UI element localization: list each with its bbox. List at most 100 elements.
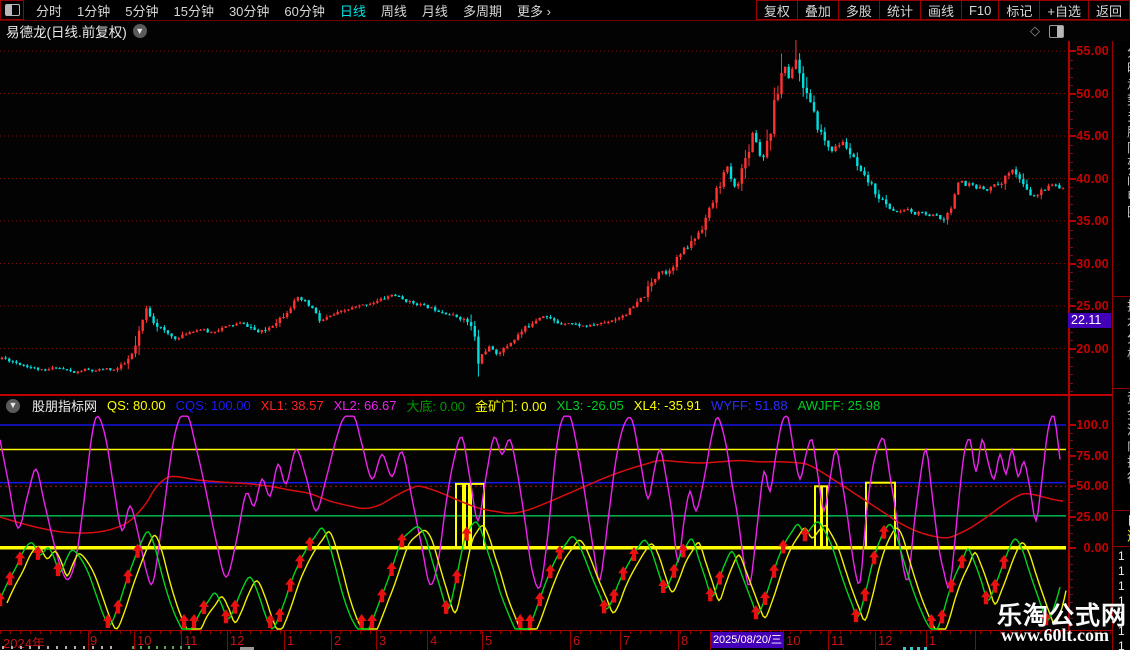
minor-tick [1070,440,1073,442]
minor-tick [1070,187,1073,188]
minor-tick [1070,494,1073,496]
month-separator [284,631,285,650]
toolbar-button-6[interactable]: F10 [960,0,1000,20]
price-tick-label: 50.00 [1076,86,1109,101]
sidebar-tab-4[interactable]: 自选 [1116,513,1130,545]
minor-tick [1070,161,1073,163]
minor-tick [1070,463,1073,465]
panel-toggle-icon[interactable] [1049,24,1064,38]
indicator-header: ▼ 股朋指标网 QS: 80.00 CQS: 100.00 XL1: 38.57 XL… [0,397,1068,414]
window-split-icon[interactable] [0,0,24,20]
minor-tick [1070,502,1073,503]
title-right-icons: ◇ [1030,23,1064,39]
date-label: 12 [878,633,893,648]
watermark-url: www.60lt.com [1001,625,1109,645]
toolbar-button-7[interactable]: 标记 [998,0,1041,20]
date-tickmarks [0,631,1112,634]
axis-tick [1070,424,1076,426]
month-separator [331,631,332,650]
toolbar-button-5[interactable]: 画线 [919,0,962,20]
month-separator [620,631,621,650]
minor-tick [1070,340,1073,341]
minor-tick [1070,153,1073,154]
toolbar-button-1[interactable]: 复权 [755,0,798,20]
period-tab-1[interactable]: 分时 [36,1,62,20]
minor-tick [1070,195,1073,197]
minor-tick [1070,119,1073,120]
chevron-down-icon[interactable]: ▼ [132,24,147,38]
toolbar-button-3[interactable]: 多股 [837,0,880,20]
sidebar-tab-3[interactable]: 资金流向排行 [1116,391,1130,509]
page-title: 易德龙(日线.前复权) [6,25,127,40]
toolbar-button-9[interactable]: 返回 [1087,0,1130,20]
minor-tick [1070,563,1073,565]
minor-tick [1070,255,1073,256]
minor-tick [1070,170,1073,171]
period-tab-11[interactable]: 更多 › [517,1,551,20]
price-tick-label: 45.00 [1076,129,1109,143]
minor-tick [1070,238,1073,239]
toolbar-button-4[interactable]: 统计 [878,0,921,20]
period-tab-3[interactable]: 5分钟 [125,1,158,20]
minor-tick [1070,555,1073,557]
date-label: 7 [623,633,631,648]
selected-date-badge: 2025/08/20/三 [711,632,784,648]
minor-tick [1070,579,1073,580]
period-tab-4[interactable]: 15分钟 [173,1,213,20]
clipped-row-fragment [2,646,112,649]
period-tab-9[interactable]: 月线 [422,1,448,20]
sidebar-tab-2[interactable]: 技术分析 [1116,299,1130,387]
minor-tick [1070,391,1073,392]
minor-tick [1070,280,1073,282]
reference-lines [0,424,1066,550]
minor-tick [1070,246,1073,248]
period-tab-5[interactable]: 30分钟 [229,1,269,20]
month-separator [227,631,228,650]
sidebar-divider [1113,296,1130,297]
minor-tick [1070,509,1073,511]
minor-tick [1070,448,1073,450]
indicator-value-5: 大底: 0.00 [406,399,466,414]
price-axis[interactable]: 55.00 50.00 45.00 40.00 35.00 30.00 25.00 20.00… [1068,41,1112,394]
clipped-row-fragment [132,646,192,649]
trading-app-window: 分时 1分钟 5分钟 15分钟 30分钟 60分钟 日线 周线 月线 多周期 更多 › 复权 叠加 多股… [0,0,1130,650]
toolbar-button-2[interactable]: 叠加 [796,0,839,20]
axis-tick [1070,50,1076,52]
month-separator [828,631,829,650]
period-tab-6[interactable]: 60分钟 [284,1,324,20]
period-tab-8[interactable]: 周线 [381,1,407,20]
indicator-chevron-icon[interactable]: ▼ [6,398,20,413]
price-gridlines [0,50,1066,349]
minor-tick [1070,85,1073,86]
price-tick-label: 25.00 [1076,299,1109,313]
minor-tick [1070,365,1073,367]
sidebar-tab-1[interactable]: 分时走势多股同列闪电图 [1116,45,1130,295]
date-label: 3 [379,633,387,648]
period-tab-10[interactable]: 多周期 [463,1,502,20]
month-separator [678,631,679,650]
diamond-icon[interactable]: ◇ [1030,23,1040,39]
minor-tick [1070,212,1073,214]
axis-tick [1070,454,1076,457]
minor-tick [1070,229,1073,231]
indicator-value-9: WYFF: 51.88 [711,398,788,413]
axis-tick [1070,92,1076,95]
toolbar-button-8[interactable]: +自选 [1039,0,1089,20]
last-price-badge: 22.11 [1068,313,1111,328]
indicator-value-4: XL2: 66.67 [333,398,397,413]
minor-tick [1070,525,1073,527]
indicator-name: 股朋指标网 [32,399,98,414]
top-toolbar: 分时 1分钟 5分钟 15分钟 30分钟 60分钟 日线 周线 月线 多周期 更多 › 复权 叠加 多股… [0,0,1130,21]
date-label: 1 [929,633,937,648]
axis-tick [1070,135,1076,137]
period-tabs: 分时 1分钟 5分钟 15分钟 30分钟 60分钟 日线 周线 月线 多周期 更多 › [24,0,555,20]
osc-green-line [0,521,1061,630]
indicator-tick-label: 25.00 [1076,510,1109,525]
period-tab-7[interactable]: 日线 [340,1,366,20]
period-tab-2[interactable]: 1分钟 [77,1,110,20]
axis-tick [1070,485,1076,488]
price-tick-label: 35.00 [1076,214,1109,228]
axis-tick [1070,546,1076,549]
sidebar-divider [1113,546,1130,547]
right-sidebar[interactable]: 分时走势多股同列闪电图 技术分析 资金流向排行 自选 1 1 1 1 1 1 1 [1112,41,1130,650]
